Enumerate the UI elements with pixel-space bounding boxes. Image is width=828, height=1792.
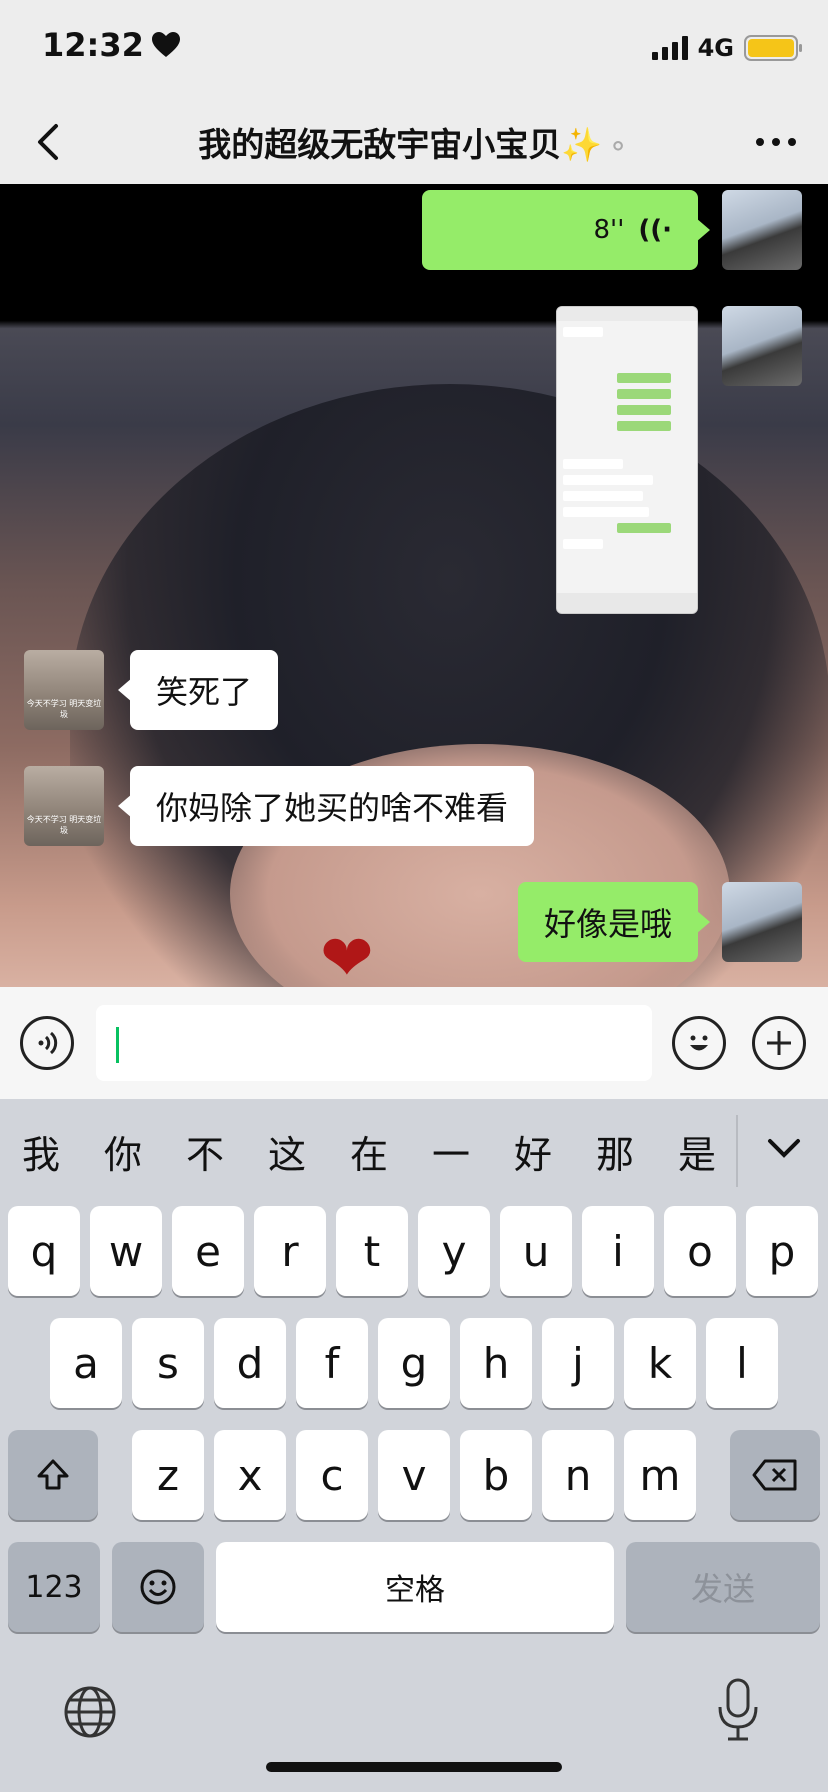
emoji-icon xyxy=(140,1569,176,1605)
plus-icon[interactable] xyxy=(752,1016,806,1070)
emoji-key[interactable] xyxy=(112,1542,204,1632)
sent-message-bubble[interactable]: 好像是哦 xyxy=(517,882,711,962)
time-text: 12:32 xyxy=(42,26,144,64)
contact-avatar[interactable]: 今天不学习 明天变垃圾 xyxy=(24,766,104,846)
candidate-word[interactable]: 不 xyxy=(164,1124,246,1179)
key-z[interactable]: z xyxy=(132,1430,204,1520)
status-time: 12:32 xyxy=(42,26,180,64)
backspace-icon xyxy=(752,1459,797,1491)
emoji-icon[interactable] xyxy=(672,1016,726,1070)
candidate-word[interactable]: 我 xyxy=(0,1124,82,1179)
chat-message-list[interactable]: ❤ 8'' ((· 今天不学习 明天变垃圾 笑死了 今天不学习 明天变垃圾 你妈… xyxy=(0,184,828,987)
delete-key[interactable] xyxy=(730,1430,820,1520)
more-options-icon[interactable] xyxy=(756,138,796,146)
avatar-caption: 今天不学习 明天变垃圾 xyxy=(26,699,102,719)
globe-icon[interactable] xyxy=(62,1684,118,1740)
keyboard: 我 你 不 这 在 一 好 那 是 q w e r t y u i o p a … xyxy=(0,1099,828,1792)
key-n[interactable]: n xyxy=(542,1430,614,1520)
key-f[interactable]: f xyxy=(296,1318,368,1408)
chat-title-text: 我的超级无敌宇宙小宝贝 xyxy=(198,125,562,164)
input-bar xyxy=(0,987,828,1099)
key-a[interactable]: a xyxy=(50,1318,122,1408)
space-key[interactable]: 空格 xyxy=(216,1542,614,1632)
my-avatar[interactable] xyxy=(722,190,802,270)
voice-message-bubble[interactable]: 8'' ((· xyxy=(422,190,710,270)
key-w[interactable]: w xyxy=(90,1206,162,1296)
key-s[interactable]: s xyxy=(132,1318,204,1408)
key-k[interactable]: k xyxy=(624,1318,696,1408)
candidate-bar: 我 你 不 这 在 一 好 那 是 xyxy=(0,1099,828,1203)
voice-duration: 8'' xyxy=(593,215,625,245)
key-r[interactable]: r xyxy=(254,1206,326,1296)
key-l[interactable]: l xyxy=(706,1318,778,1408)
candidate-word[interactable]: 在 xyxy=(328,1124,410,1179)
text-caret xyxy=(116,1027,119,1063)
key-j[interactable]: j xyxy=(542,1318,614,1408)
key-b[interactable]: b xyxy=(460,1430,532,1520)
key-t[interactable]: t xyxy=(336,1206,408,1296)
send-key[interactable]: 发送 xyxy=(626,1542,820,1632)
key-d[interactable]: d xyxy=(214,1318,286,1408)
key-x[interactable]: x xyxy=(214,1430,286,1520)
status-bar: 12:32 4G xyxy=(0,0,828,100)
avatar-caption: 今天不学习 明天变垃圾 xyxy=(26,815,102,835)
received-message-bubble[interactable]: 笑死了 xyxy=(117,650,279,730)
key-i[interactable]: i xyxy=(582,1206,654,1296)
image-message[interactable] xyxy=(556,306,698,614)
key-h[interactable]: h xyxy=(460,1318,532,1408)
message-text: 你妈除了她买的啥不难看 xyxy=(156,789,509,827)
voice-input-icon[interactable] xyxy=(20,1016,74,1070)
message-input[interactable] xyxy=(96,1005,652,1081)
candidate-word[interactable]: 好 xyxy=(492,1124,574,1179)
shift-icon xyxy=(37,1459,69,1490)
my-avatar[interactable] xyxy=(722,306,802,386)
heart-sticker: ❤ xyxy=(320,922,374,987)
key-m[interactable]: m xyxy=(624,1430,696,1520)
chat-title: 我的超级无敌宇宙小宝贝✨ ⚬ xyxy=(150,118,678,166)
shift-key[interactable] xyxy=(8,1430,98,1520)
key-c[interactable]: c xyxy=(296,1430,368,1520)
candidate-divider xyxy=(736,1115,738,1187)
microphone-icon[interactable] xyxy=(714,1677,762,1743)
home-indicator xyxy=(266,1762,562,1772)
key-y[interactable]: y xyxy=(418,1206,490,1296)
received-message-bubble[interactable]: 你妈除了她买的啥不难看 xyxy=(117,766,535,846)
contact-avatar[interactable]: 今天不学习 明天变垃圾 xyxy=(24,650,104,730)
key-p[interactable]: p xyxy=(746,1206,818,1296)
chat-header: 我的超级无敌宇宙小宝贝✨ ⚬ xyxy=(0,100,828,184)
candidate-word[interactable]: 你 xyxy=(82,1124,164,1179)
heart-icon xyxy=(151,32,180,57)
candidate-word[interactable]: 这 xyxy=(246,1124,328,1179)
key-q[interactable]: q xyxy=(8,1206,80,1296)
key-g[interactable]: g xyxy=(378,1318,450,1408)
candidate-word[interactable]: 一 xyxy=(410,1124,492,1179)
message-text: 好像是哦 xyxy=(543,905,672,943)
voice-wave-icon: ((· xyxy=(638,215,672,245)
numbers-key[interactable]: 123 xyxy=(8,1542,100,1632)
my-avatar[interactable] xyxy=(722,882,802,962)
sparkle-icon: ✨ xyxy=(561,125,603,164)
candidate-word[interactable]: 是 xyxy=(656,1124,738,1179)
key-u[interactable]: u xyxy=(500,1206,572,1296)
key-o[interactable]: o xyxy=(664,1206,736,1296)
key-e[interactable]: e xyxy=(172,1206,244,1296)
message-text: 笑死了 xyxy=(156,673,253,711)
back-chevron-icon[interactable] xyxy=(30,118,70,166)
network-label: 4G xyxy=(697,34,734,62)
candidate-word[interactable]: 那 xyxy=(574,1124,656,1179)
battery-icon xyxy=(744,35,802,61)
send-label: 发送 xyxy=(690,1570,755,1608)
signal-icon xyxy=(651,36,688,60)
status-indicators: 4G xyxy=(651,34,802,62)
key-v[interactable]: v xyxy=(378,1430,450,1520)
ear-icon: ⚬ xyxy=(606,130,630,163)
chevron-down-icon[interactable] xyxy=(762,1129,806,1169)
